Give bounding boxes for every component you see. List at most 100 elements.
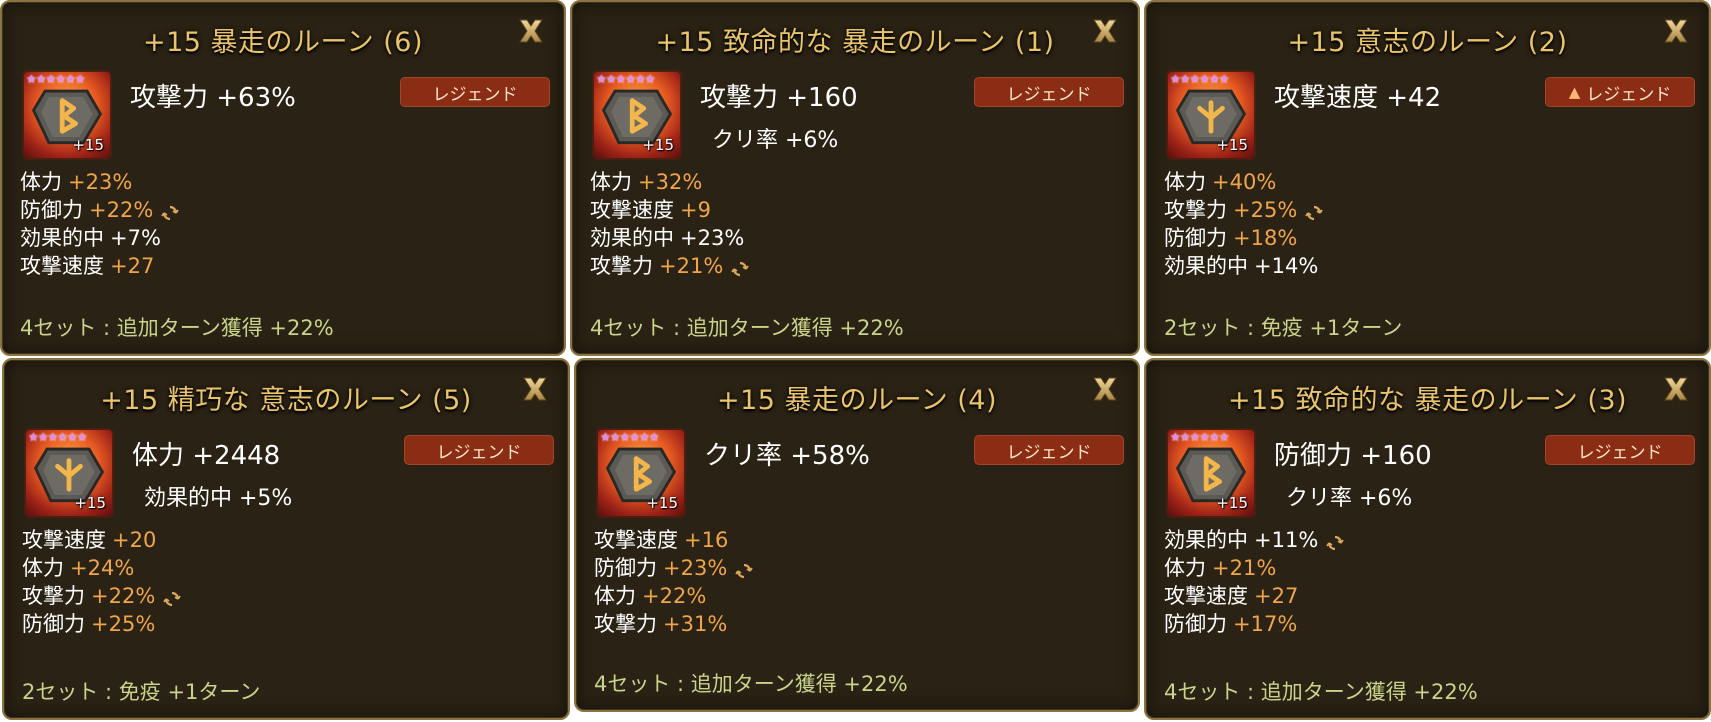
substat-value: +32% [638,170,703,194]
substat-row: 攻撃速度 +27 [20,252,179,280]
close-icon[interactable] [520,374,550,404]
substat-row: 攻撃力 +21% [590,252,750,280]
substat-value: +17% [1233,612,1298,636]
grade-badge: レジェンド [974,77,1124,107]
substat-name: 攻撃速度 [22,528,106,552]
substat-value: +9 [680,198,711,222]
substat-name: 攻撃速度 [590,198,674,222]
substat-row: 攻撃力 +31% [594,610,753,638]
substat-value: +27 [110,254,155,278]
rune-card: +15 精巧な 意志のルーン (5) ★★★★★★ +15 体力 +2448 効果… [2,358,570,720]
rune-title: +15 精巧な 意志のルーン (5) [100,385,472,416]
main-stat: 攻撃速度 +42 [1274,83,1442,113]
rune-card: +15 暴走のルーン (6) ★★★★★★ +15 攻撃力 +63% レジェンド … [0,0,566,356]
main-stat: 体力 +2448 [132,441,281,471]
substat-value: +24% [70,556,135,580]
refresh-icon [1305,201,1324,221]
star-rating: ★★★★★★ [596,72,656,86]
close-icon[interactable] [1090,374,1120,404]
main-stat: 攻撃力 +160 [700,83,858,113]
substat-row: 防御力 +25% [22,610,181,638]
substat-name: 攻撃力 [1164,198,1227,222]
rune-title: +15 致命的な 暴走のルーン (3) [1227,385,1628,416]
grade-label: レジェンド [436,442,522,463]
star-rating: ★★★★★★ [1170,430,1230,444]
refresh-icon [735,559,754,579]
rune-card: +15 致命的な 暴走のルーン (1) ★★★★★★ +15 攻撃力 +160 ク… [570,0,1140,356]
substat-row: 攻撃速度 +27 [1164,582,1344,610]
close-icon[interactable] [1661,374,1691,404]
substat-row: 防御力 +22% [20,196,180,224]
rune-icon: ★★★★★★ +15 [1166,70,1256,160]
substat-value: +21% [1212,556,1277,580]
substat-value: +23% [68,170,133,194]
set-bonus: 2セット : 免疫 +1ターン [22,680,261,704]
rune-title: +15 意志のルーン (2) [1287,27,1568,58]
rune-title: +15 致命的な 暴走のルーン (1) [655,27,1055,58]
close-icon[interactable] [1090,16,1120,46]
ancient-triangle-icon: ▲ [1568,83,1581,101]
substat-name: 体力 [594,584,636,608]
substat-list: 攻撃速度 +16 防御力 +23% 体力 +22% 攻撃力 +31% [594,526,754,638]
substat-row: 効果的中 +23% [590,224,749,252]
rune-level: +15 [74,494,106,512]
substat-name: 攻撃速度 [20,254,104,278]
grade-label: レジェンド [432,84,518,105]
substat-value: +22% [89,198,154,222]
substat-name: 攻撃力 [22,584,85,608]
substat-name: 効果的中 [1164,254,1248,278]
substat-name: 体力 [590,170,632,194]
substat-row: 体力 +24% [22,554,181,582]
substat-name: 体力 [22,556,64,580]
grade-label: レジェンド [1586,84,1672,105]
rune-card: +15 暴走のルーン (4) ★★★★★★ +15 クリ率 +58% レジェンド … [574,358,1140,712]
prefix-stat: 効果的中 +5% [144,486,293,511]
rune-level: +15 [1216,494,1248,512]
substat-row: 体力 +22% [594,582,753,610]
rune-level: +15 [1216,136,1248,154]
substat-row: 攻撃速度 +9 [590,196,749,224]
main-stat: 防御力 +160 [1274,441,1432,471]
grade-label: レジェンド [1006,442,1092,463]
substat-row: 体力 +21% [1164,554,1344,582]
rune-card: +15 意志のルーン (2) ★★★★★★ +15 攻撃速度 +42 ▲ レジェンド… [1144,0,1711,356]
rune-title: +15 暴走のルーン (6) [142,27,424,58]
substat-value: +18% [1233,226,1298,250]
substat-value: +11% [1254,528,1319,552]
substat-value: +23% [680,226,745,250]
substat-value: +16 [684,528,729,552]
grade-badge: レジェンド [974,435,1124,465]
close-icon[interactable] [516,16,546,46]
substat-name: 攻撃力 [594,612,657,636]
substat-name: 攻撃速度 [1164,584,1248,608]
substat-value: +31% [663,612,728,636]
substat-list: 体力 +23% 防御力 +22% 効果的中 +7% 攻撃速度 +27 [20,168,180,280]
substat-list: 体力 +32% 攻撃速度 +9 効果的中 +23% 攻撃力 +21% [590,168,750,280]
rune-icon: ★★★★★★ +15 [22,70,112,160]
substat-value: +7% [110,226,161,250]
substat-row: 体力 +23% [20,168,179,196]
substat-name: 体力 [20,170,62,194]
substat-value: +25% [1233,198,1298,222]
main-stat: 攻撃力 +63% [130,83,296,113]
refresh-icon [163,587,182,607]
prefix-stat: クリ率 +6% [712,128,839,153]
rune-icon: ★★★★★★ +15 [24,428,114,518]
substat-value: +14% [1254,254,1319,278]
rune-icon: ★★★★★★ +15 [596,428,686,518]
substat-list: 体力 +40% 攻撃力 +25% 防御力 +18% 効果的中 +14% [1164,168,1324,280]
substat-row: 体力 +32% [590,168,749,196]
grade-badge: レジェンド [404,435,554,465]
rune-card: +15 致命的な 暴走のルーン (3) ★★★★★★ +15 防御力 +160 ク… [1144,358,1711,720]
rune-level: +15 [646,494,678,512]
substat-value: +22% [642,584,707,608]
grade-label: レジェンド [1006,84,1092,105]
close-icon[interactable] [1661,16,1691,46]
substat-value: +25% [91,612,156,636]
grade-label: レジェンド [1577,442,1663,463]
substat-row: 効果的中 +11% [1164,526,1345,554]
substat-name: 効果的中 [20,226,104,250]
substat-row: 攻撃速度 +16 [594,526,753,554]
substat-row: 攻撃力 +22% [22,582,182,610]
substat-row: 体力 +40% [1164,168,1323,196]
